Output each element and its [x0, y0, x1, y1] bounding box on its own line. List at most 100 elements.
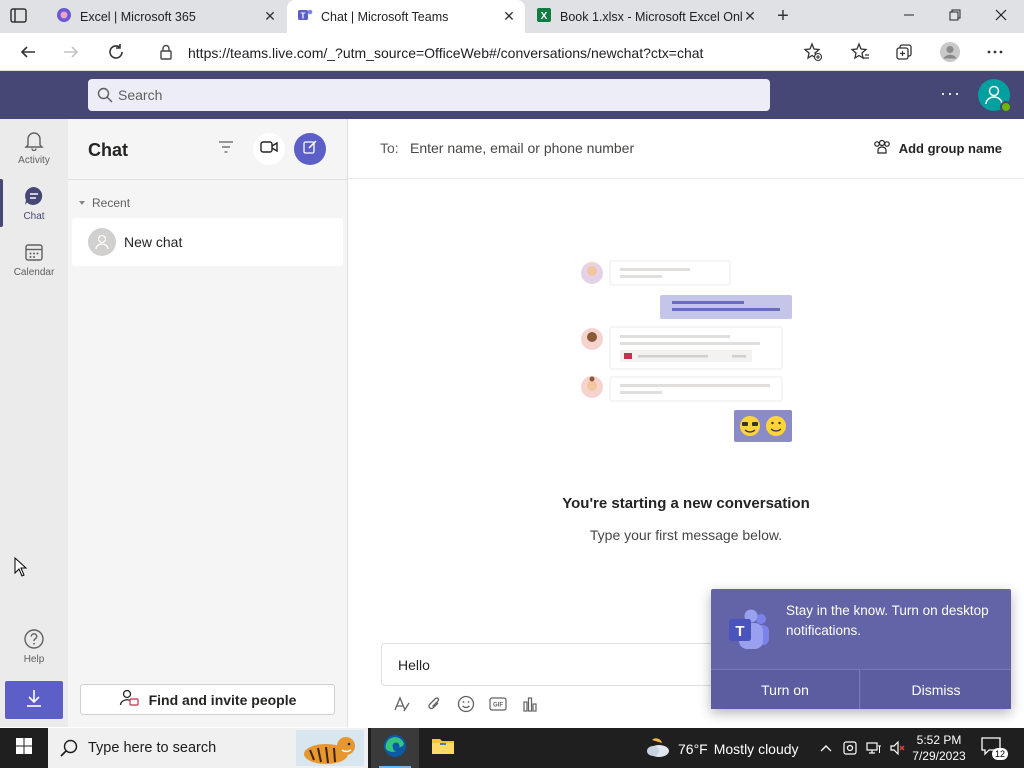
recent-section-label[interactable]: Recent [92, 196, 130, 210]
search-placeholder: Search [118, 87, 163, 103]
rail-item-activity[interactable]: Activity [0, 119, 68, 175]
desktop-notification-toast: T Stay in the know. Turn on desktop noti… [711, 589, 1011, 709]
minimize-icon[interactable] [886, 0, 932, 30]
notification-count-badge: 12 [991, 748, 1008, 760]
rail-label: Chat [23, 211, 45, 222]
excel-icon: X [536, 7, 552, 26]
microsoft-365-icon [56, 7, 72, 26]
video-camera-icon [260, 140, 278, 159]
svg-text:GIF: GIF [493, 703, 503, 709]
lock-icon[interactable] [159, 44, 173, 65]
new-chat-button[interactable] [294, 133, 326, 165]
tab-excel-365[interactable]: Excel | Microsoft 365 ✕ [46, 0, 286, 33]
clock-time: 5:52 PM [916, 733, 962, 747]
filter-icon [218, 140, 234, 159]
user-avatar[interactable] [978, 79, 1012, 113]
attach-icon[interactable] [418, 693, 450, 715]
emoji-icon[interactable] [450, 693, 482, 715]
favorites-icon[interactable] [847, 39, 873, 65]
mouse-cursor-icon [14, 557, 28, 577]
show-hidden-icons-chevron-icon[interactable] [814, 738, 838, 758]
collapse-caret-icon[interactable] [79, 201, 85, 205]
taskbar-search-placeholder: Type here to search [88, 740, 217, 756]
taskbar-file-explorer-app[interactable] [419, 728, 467, 768]
download-icon [25, 688, 43, 713]
network-icon[interactable] [862, 738, 886, 758]
collections-icon[interactable] [891, 39, 917, 65]
back-icon[interactable] [15, 39, 41, 65]
calendar-icon [23, 241, 45, 263]
windows-taskbar: Type here to search 76°F Mostly cloudy 5… [0, 728, 1024, 768]
tab-teams-chat[interactable]: T Chat | Microsoft Teams ✕ [287, 0, 525, 33]
empty-state-subtitle: Type your first message below. [589, 527, 783, 543]
download-app-button[interactable] [5, 681, 63, 719]
meet-now-button[interactable] [253, 133, 285, 165]
avatar [88, 228, 116, 256]
tab-title: Chat | Microsoft Teams [321, 9, 449, 24]
search-input[interactable]: Search [88, 79, 770, 111]
svg-text:X: X [541, 11, 548, 22]
taskbar-edge-app[interactable] [371, 728, 419, 768]
weather-condition: Mostly cloudy [713, 740, 799, 757]
find-and-invite-button[interactable]: Find and invite people [80, 684, 335, 715]
url-text: https://teams.live.com/_?utm_source=Offi… [188, 45, 704, 61]
search-icon [97, 87, 113, 108]
dismiss-button[interactable]: Dismiss [861, 669, 1011, 709]
turn-on-notifications-button[interactable]: Turn on [711, 669, 860, 709]
add-group-label: Add group name [898, 141, 1002, 156]
list-item-new-chat[interactable]: New chat [72, 218, 343, 266]
tab-actions-icon[interactable] [9, 7, 29, 25]
browser-toolbar: https://teams.live.com/_?utm_source=Offi… [0, 33, 1024, 71]
tab-excel-book[interactable]: X Book 1.xlsx - Microsoft Excel Onl ✕ [526, 0, 766, 33]
meet-now-tray-icon[interactable] [838, 738, 862, 758]
composer-toolbar: GIF [386, 693, 546, 715]
rail-label: Help [23, 654, 45, 665]
add-favorite-icon[interactable] [800, 39, 826, 65]
add-group-name-button[interactable]: Add group name [873, 139, 1002, 158]
profile-avatar-icon[interactable] [937, 39, 963, 65]
svg-text:T: T [735, 623, 744, 640]
add-person-icon [119, 689, 139, 710]
teams-icon: T [297, 7, 313, 26]
button-label: Find and invite people [148, 691, 297, 708]
refresh-icon[interactable] [103, 39, 129, 65]
presence-available-icon [1000, 101, 1012, 113]
more-options-icon[interactable]: ··· [940, 83, 961, 104]
weather-widget[interactable]: 76°F Mostly cloudy [644, 736, 799, 761]
taskbar-clock[interactable]: 5:52 PM 7/29/2023 [904, 732, 974, 764]
start-button[interactable] [0, 728, 48, 768]
edge-browser-icon [382, 733, 408, 764]
taskbar-search-box[interactable]: Type here to search [48, 728, 368, 768]
rail-item-chat[interactable]: Chat [0, 175, 68, 231]
restore-icon[interactable] [932, 0, 978, 30]
new-tab-icon[interactable]: + [772, 5, 794, 27]
tab-close-icon[interactable]: ✕ [501, 8, 517, 25]
windows-logo-icon [15, 737, 33, 760]
rail-label: Calendar [13, 267, 55, 278]
notification-center-button[interactable]: 12 [980, 736, 1008, 760]
teams-header: Search ··· [0, 71, 1024, 119]
format-icon[interactable] [386, 693, 418, 715]
svg-text:T: T [301, 12, 306, 21]
recipient-input[interactable] [410, 137, 810, 159]
address-bar[interactable]: https://teams.live.com/_?utm_source=Offi… [146, 37, 836, 67]
gif-icon[interactable]: GIF [482, 693, 514, 715]
app-rail: Activity Chat Calendar Help [0, 119, 68, 727]
weather-temperature: 76°F [678, 740, 708, 757]
chat-list-pane: Chat Recent New chat Find and invite peo… [68, 119, 348, 727]
close-window-icon[interactable] [978, 0, 1024, 30]
rail-item-help[interactable]: Help [0, 618, 68, 674]
browser-menu-icon[interactable] [982, 39, 1008, 65]
message-text: Hello [398, 657, 430, 673]
rail-label: Activity [18, 155, 50, 166]
partly-cloudy-icon [644, 736, 670, 761]
tab-close-icon[interactable]: ✕ [262, 8, 278, 25]
rail-item-calendar[interactable]: Calendar [0, 231, 68, 287]
forward-icon[interactable] [58, 39, 84, 65]
tab-title: Excel | Microsoft 365 [80, 9, 196, 24]
clock-date: 7/29/2023 [912, 749, 966, 763]
chat-pane-header: Chat [68, 119, 348, 180]
tab-close-icon[interactable]: ✕ [742, 8, 758, 25]
filter-button[interactable] [210, 133, 242, 165]
poll-icon[interactable] [514, 693, 546, 715]
